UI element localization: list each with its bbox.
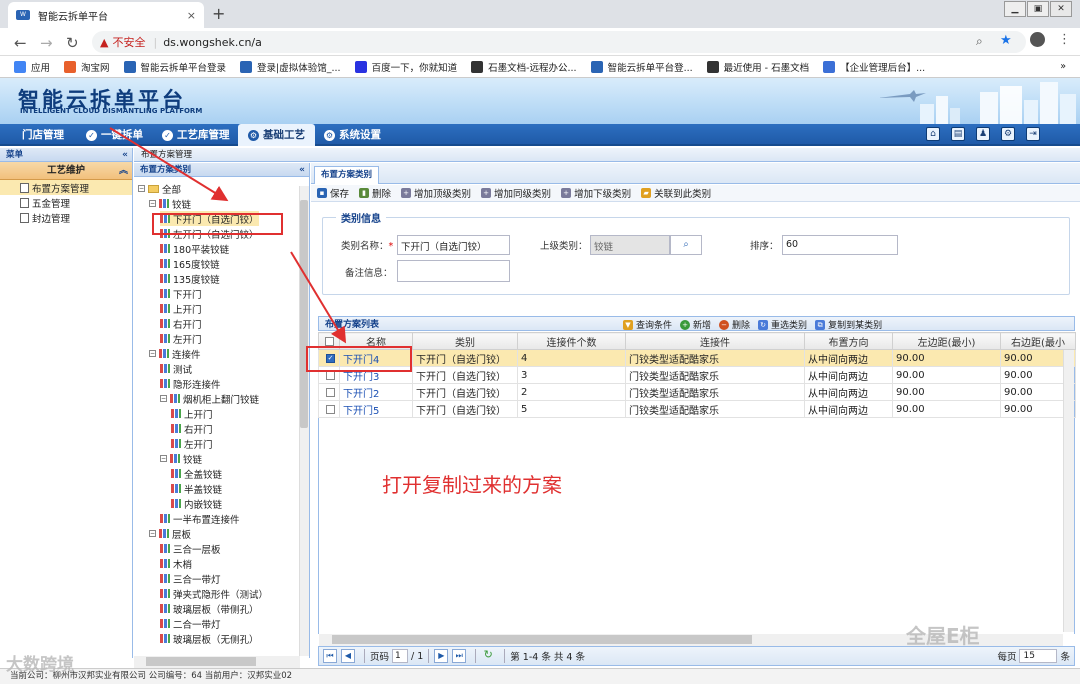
watermark-left: 大数跨境	[6, 655, 74, 675]
annotation-caption: 打开复制过来的方案	[382, 473, 562, 497]
arrow-to-tree-icon	[109, 127, 229, 202]
annotation-arrows	[109, 127, 347, 344]
arrow-to-grid-icon	[290, 251, 347, 344]
watermark-right: 全屋E柜	[906, 624, 980, 648]
